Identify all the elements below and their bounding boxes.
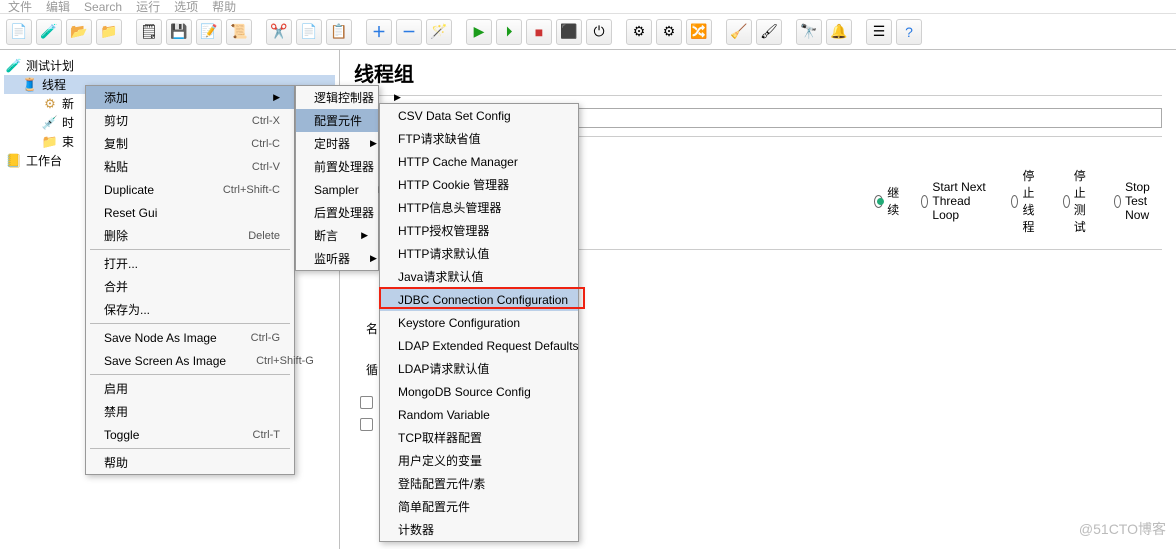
shutdown-icon[interactable]: ⏻ xyxy=(586,19,612,45)
panel-title: 线程组 xyxy=(354,58,1162,87)
ctx2-item-1[interactable]: 配置元件▶ xyxy=(296,109,378,132)
play-icon[interactable]: ▶ xyxy=(466,19,492,45)
ctx1-item-10[interactable]: 保存为... xyxy=(86,298,294,321)
ctx2-item-7[interactable]: 监听器▶ xyxy=(296,247,378,270)
ctx1-item-0[interactable]: 添加▶ xyxy=(86,86,294,109)
ctx1-item-16[interactable]: 禁用 xyxy=(86,400,294,423)
ctx3-item-3[interactable]: HTTP Cookie 管理器 xyxy=(380,173,578,196)
stop-all-icon[interactable]: ⬛ xyxy=(556,19,582,45)
ctx2-item-6[interactable]: 断言▶ xyxy=(296,224,378,247)
context-menu-main[interactable]: 添加▶剪切Ctrl-X复制Ctrl-C粘贴Ctrl-VDuplicateCtrl… xyxy=(85,85,295,475)
ctx3-item-14[interactable]: TCP取样器配置 xyxy=(380,426,578,449)
toggle-icon[interactable]: 🔀 xyxy=(686,19,712,45)
ctx3-item-1[interactable]: FTP请求缺省值 xyxy=(380,127,578,150)
ctx2-item-4[interactable]: Sampler▶ xyxy=(296,178,378,201)
ctx3-item-15[interactable]: 用户定义的变量 xyxy=(380,449,578,472)
cut-icon[interactable]: ✂️ xyxy=(266,19,292,45)
scroll-icon[interactable]: 📜 xyxy=(226,19,252,45)
ctx2-item-5[interactable]: 后置处理器▶ xyxy=(296,201,378,224)
thread-icon: 🧵 xyxy=(22,77,38,93)
paste-icon[interactable]: 📋 xyxy=(326,19,352,45)
note-icon[interactable]: 📝 xyxy=(196,19,222,45)
ctx1-item-13[interactable]: Save Screen As ImageCtrl+Shift-G xyxy=(86,349,294,372)
help-icon[interactable]: ? xyxy=(896,19,922,45)
menu-search[interactable]: Search xyxy=(84,0,122,14)
ctx3-item-11[interactable]: LDAP请求默认值 xyxy=(380,357,578,380)
flask-icon: 🧪 xyxy=(6,58,22,74)
ctx2-item-3[interactable]: 前置处理器▶ xyxy=(296,155,378,178)
ctx3-item-10[interactable]: LDAP Extended Request Defaults xyxy=(380,334,578,357)
broom-icon[interactable]: 🧹 xyxy=(726,19,752,45)
toolbar: 📄 🧪 📂 📁 🗒 💾 📝 📜 ✂️ 📄 📋 ＋ － 🪄 ▶ ⏵ ■ ⬛ ⏻ ⚙… xyxy=(0,14,1176,50)
notebook-icon: 📒 xyxy=(6,153,22,169)
flask-icon[interactable]: 🧪 xyxy=(36,19,62,45)
ctx1-item-17[interactable]: ToggleCtrl-T xyxy=(86,423,294,446)
ctx3-item-16[interactable]: 登陆配置元件/素 xyxy=(380,472,578,495)
radio-stop-test[interactable]: 停止测试 xyxy=(1063,167,1096,235)
binoculars-icon[interactable]: 🔭 xyxy=(796,19,822,45)
ctx1-item-12[interactable]: Save Node As ImageCtrl-G xyxy=(86,326,294,349)
menu-file[interactable]: 文件 xyxy=(8,0,32,15)
copy-icon[interactable]: 📄 xyxy=(296,19,322,45)
checkbox-1[interactable] xyxy=(360,396,373,409)
ctx1-item-4[interactable]: DuplicateCtrl+Shift-C xyxy=(86,178,294,201)
list-icon[interactable]: ☰ xyxy=(866,19,892,45)
ctx3-item-6[interactable]: HTTP请求默认值 xyxy=(380,242,578,265)
ctx3-item-9[interactable]: Keystore Configuration xyxy=(380,311,578,334)
ctx1-item-15[interactable]: 启用 xyxy=(86,377,294,400)
ctx1-item-6[interactable]: 删除Delete xyxy=(86,224,294,247)
ctx3-item-2[interactable]: HTTP Cache Manager xyxy=(380,150,578,173)
ctx2-item-0[interactable]: 逻辑控制器▶ xyxy=(296,86,378,109)
checkbox-2[interactable] xyxy=(360,418,373,431)
play-next-icon[interactable]: ⏵ xyxy=(496,19,522,45)
context-menu-config[interactable]: CSV Data Set ConfigFTP请求缺省值HTTP Cache Ma… xyxy=(379,103,579,542)
ctx1-item-19[interactable]: 帮助 xyxy=(86,451,294,474)
context-menu-add[interactable]: 逻辑控制器▶配置元件▶定时器▶前置处理器▶Sampler▶后置处理器▶断言▶监听… xyxy=(295,85,379,271)
ctx1-item-8[interactable]: 打开... xyxy=(86,252,294,275)
ctx1-item-3[interactable]: 粘贴Ctrl-V xyxy=(86,155,294,178)
tree-root[interactable]: 🧪测试计划 xyxy=(4,56,335,75)
ctx3-item-17[interactable]: 简单配置元件 xyxy=(380,495,578,518)
doc-icon[interactable]: 🗒 xyxy=(136,19,162,45)
watermark: @51CTO博客 xyxy=(1079,519,1166,539)
menu-options[interactable]: 选项 xyxy=(174,0,198,15)
ctx1-item-5[interactable]: Reset Gui xyxy=(86,201,294,224)
ctx3-item-8[interactable]: JDBC Connection Configuration xyxy=(380,288,578,311)
menu-run[interactable]: 运行 xyxy=(136,0,160,15)
gear-icon: ⚙ xyxy=(42,96,58,112)
stop-icon[interactable]: ■ xyxy=(526,19,552,45)
open-icon[interactable]: 📂 xyxy=(66,19,92,45)
ctx3-item-7[interactable]: Java请求默认值 xyxy=(380,265,578,288)
ctx1-item-9[interactable]: 合并 xyxy=(86,275,294,298)
plus-icon[interactable]: ＋ xyxy=(366,19,392,45)
save-icon[interactable]: 💾 xyxy=(166,19,192,45)
menubar: 文件 编辑 Search 运行 选项 帮助 xyxy=(0,0,1176,14)
ctx3-item-13[interactable]: Random Variable xyxy=(380,403,578,426)
bell-icon[interactable]: 🔔 xyxy=(826,19,852,45)
wand-icon[interactable]: 🪄 xyxy=(426,19,452,45)
folder-icon: 📁 xyxy=(42,134,58,150)
gear2-icon[interactable]: ⚙ xyxy=(656,19,682,45)
radio-continue[interactable]: 继续 xyxy=(874,184,903,218)
ctx3-item-18[interactable]: 计数器 xyxy=(380,518,578,541)
ctx3-item-4[interactable]: HTTP信息头管理器 xyxy=(380,196,578,219)
radio-stop-thread[interactable]: 停止线程 xyxy=(1011,167,1044,235)
radio-stop-now[interactable]: Stop Test Now xyxy=(1114,180,1162,222)
syringe-icon: 💉 xyxy=(42,115,58,131)
radio-start-next[interactable]: Start Next Thread Loop xyxy=(921,180,993,222)
ctx1-item-1[interactable]: 剪切Ctrl-X xyxy=(86,109,294,132)
gear1-icon[interactable]: ⚙ xyxy=(626,19,652,45)
paint-icon[interactable]: 🖌 xyxy=(756,19,782,45)
minus-icon[interactable]: － xyxy=(396,19,422,45)
menu-edit[interactable]: 编辑 xyxy=(46,0,70,15)
menu-help[interactable]: 帮助 xyxy=(212,0,236,15)
ctx3-item-0[interactable]: CSV Data Set Config xyxy=(380,104,578,127)
ctx1-item-2[interactable]: 复制Ctrl-C xyxy=(86,132,294,155)
ctx3-item-12[interactable]: MongoDB Source Config xyxy=(380,380,578,403)
ctx2-item-2[interactable]: 定时器▶ xyxy=(296,132,378,155)
new-plan-icon[interactable]: 📄 xyxy=(6,19,32,45)
ctx3-item-5[interactable]: HTTP授权管理器 xyxy=(380,219,578,242)
close-icon[interactable]: 📁 xyxy=(96,19,122,45)
